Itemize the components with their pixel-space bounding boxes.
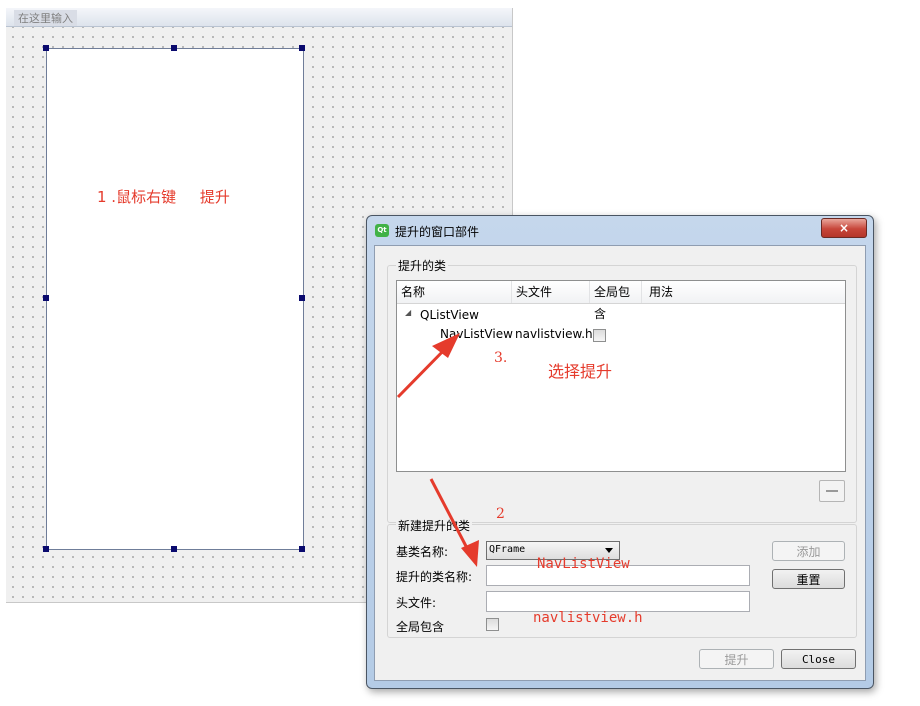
reset-button[interactable]: 重置 bbox=[772, 569, 845, 589]
promoted-classes-tree[interactable]: 名称 头文件 全局包含 用法 ◢ QListView NavListView n… bbox=[396, 280, 846, 472]
resize-handle-top[interactable] bbox=[171, 45, 177, 51]
annotation-step3-number: 3. bbox=[494, 350, 508, 366]
tree-item-parent: QListView bbox=[420, 308, 479, 322]
resize-handle-left[interactable] bbox=[43, 295, 49, 301]
base-class-select-value: QFrame bbox=[489, 544, 526, 555]
header-file-label: 头文件: bbox=[396, 596, 437, 610]
tree-item-global-include-checkbox[interactable] bbox=[593, 329, 606, 342]
qt-app-icon: Qt bbox=[375, 224, 389, 237]
resize-handle-top-right[interactable] bbox=[299, 45, 305, 51]
close-icon: × bbox=[838, 221, 850, 235]
resize-handle-top-left[interactable] bbox=[43, 45, 49, 51]
menu-type-here-hint[interactable]: 在这里输入 bbox=[14, 10, 77, 26]
minus-icon bbox=[826, 490, 838, 492]
column-header-global-include[interactable]: 全局包含 bbox=[590, 281, 642, 321]
remove-button[interactable] bbox=[819, 480, 845, 502]
resize-handle-right[interactable] bbox=[299, 295, 305, 301]
resize-handle-bottom[interactable] bbox=[171, 546, 177, 552]
new-promoted-class-group-title: 新建提升的类 bbox=[396, 517, 473, 534]
promoted-classes-group-title: 提升的类 bbox=[396, 257, 449, 274]
annotation-step3-text: 选择提升 bbox=[548, 362, 613, 381]
promoted-class-name-label: 提升的类名称: bbox=[396, 570, 473, 584]
selected-widget[interactable] bbox=[46, 48, 304, 550]
tree-item-class-name: NavListView bbox=[440, 327, 513, 341]
column-header-header-file[interactable]: 头文件 bbox=[512, 281, 590, 303]
expand-triangle-icon[interactable]: ◢ bbox=[405, 308, 411, 317]
window-close-button[interactable]: × bbox=[821, 218, 867, 238]
global-include-checkbox[interactable] bbox=[486, 618, 499, 631]
column-header-usage[interactable]: 用法 bbox=[645, 281, 845, 303]
tree-header: 名称 头文件 全局包含 用法 bbox=[397, 281, 845, 321]
annotation-step2-number: 2 bbox=[496, 506, 505, 522]
dialog-title: 提升的窗口部件 bbox=[395, 225, 480, 239]
column-header-name[interactable]: 名称 bbox=[397, 281, 512, 303]
promote-button[interactable]: 提升 bbox=[699, 649, 774, 669]
global-include-label: 全局包含 bbox=[396, 620, 445, 634]
header-file-input[interactable] bbox=[486, 591, 750, 612]
close-button[interactable]: Close bbox=[781, 649, 856, 669]
dialog-titlebar[interactable]: Qt 提升的窗口部件 × bbox=[367, 216, 873, 244]
base-class-label: 基类名称: bbox=[396, 545, 449, 559]
add-button[interactable]: 添加 bbox=[772, 541, 845, 561]
dropdown-arrow-icon bbox=[605, 548, 613, 553]
resize-handle-bottom-left[interactable] bbox=[43, 546, 49, 552]
form-menubar[interactable]: 在这里输入 bbox=[6, 8, 512, 27]
annotation-header-hint: navlistview.h bbox=[533, 610, 643, 626]
tree-item-header-file: navlistview.h bbox=[515, 327, 593, 341]
resize-handle-bottom-right[interactable] bbox=[299, 546, 305, 552]
annotation-step1: 1 .鼠标右键 提升 bbox=[97, 188, 230, 206]
annotation-class-name-hint: NavListView bbox=[537, 556, 630, 572]
